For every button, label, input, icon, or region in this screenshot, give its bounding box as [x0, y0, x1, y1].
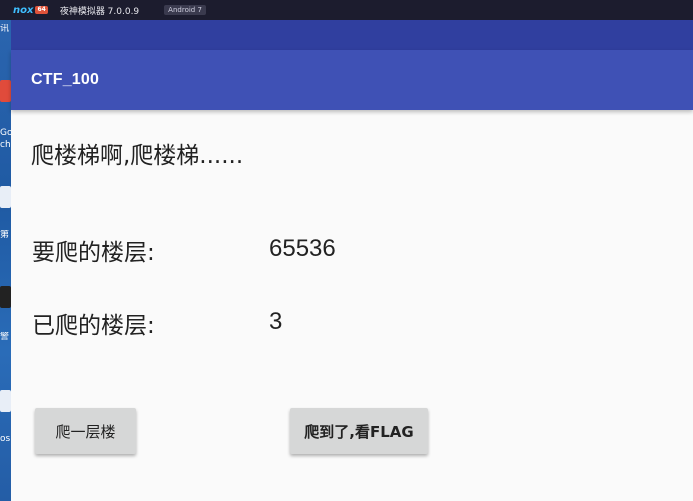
emulator-window: 讯 Go ch 第 警 os nox 64 夜神模拟器 7.0.0.9 Andr…	[0, 0, 693, 501]
climb-one-floor-button[interactable]: 爬一层楼	[35, 408, 136, 454]
desktop-label: 第	[0, 230, 10, 240]
show-flag-button[interactable]: 爬到了,看FLAG	[290, 408, 428, 454]
desktop-label: ch	[0, 140, 11, 150]
desktop-label: 警	[0, 332, 10, 342]
nox-logo-text: nox	[13, 4, 34, 16]
nox-logo-tag: 64	[35, 6, 48, 14]
android-screen: CTF_100 爬楼梯啊,爬楼梯...... 要爬的楼层: 65536 已爬的楼…	[11, 20, 693, 501]
android-version-badge: Android 7	[164, 5, 206, 15]
desktop-label: os	[0, 434, 11, 444]
desktop-strip: 讯 Go ch 第 警 os	[0, 0, 11, 501]
emulator-title: 夜神模拟器 7.0.0.9	[59, 6, 140, 17]
nox-logo: nox 64	[13, 5, 48, 16]
climbed-floor-label: 已爬的楼层:	[32, 313, 155, 339]
desktop-app-icon[interactable]	[0, 286, 11, 308]
target-floor-value: 65536	[269, 235, 336, 262]
desktop-app-icon[interactable]	[0, 186, 11, 208]
status-bar	[11, 20, 693, 50]
desktop-app-icon[interactable]	[0, 80, 11, 102]
desktop-label: 讯	[0, 24, 10, 34]
desktop-app-icon[interactable]	[0, 390, 11, 412]
climbed-floor-value: 3	[269, 308, 283, 335]
headline-text: 爬楼梯啊,爬楼梯......	[31, 143, 244, 169]
desktop-label: Go	[0, 128, 11, 138]
app-title: CTF_100	[31, 71, 100, 88]
target-floor-label: 要爬的楼层:	[32, 240, 155, 266]
app-toolbar: CTF_100	[11, 50, 693, 110]
emulator-titlebar: nox 64 夜神模拟器 7.0.0.9 Android 7	[0, 0, 693, 20]
